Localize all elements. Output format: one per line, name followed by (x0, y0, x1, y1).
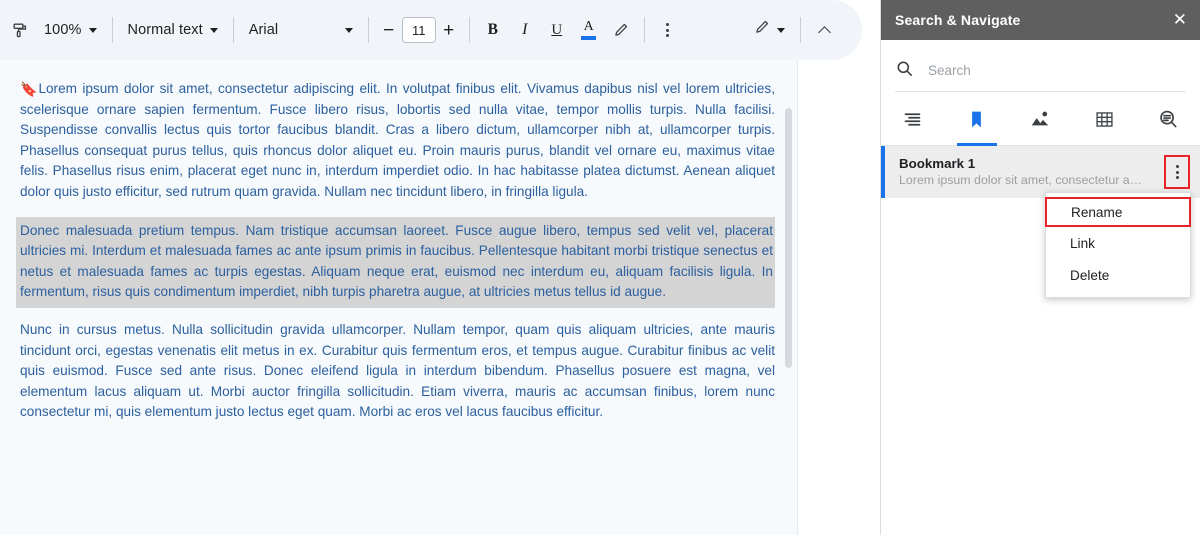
tab-tables[interactable] (1072, 98, 1136, 145)
document-paragraph: 🔖Lorem ipsum dolor sit amet, consectetur… (20, 78, 775, 203)
collapse-toolbar-button[interactable] (808, 14, 840, 46)
search-icon (895, 59, 914, 83)
format-painter-icon[interactable] (4, 14, 36, 46)
bookmark-context-menu: Rename Link Delete (1045, 192, 1191, 298)
bookmark-list-item[interactable]: Bookmark 1 Lorem ipsum dolor sit amet, c… (881, 146, 1200, 198)
document-body: 🔖Lorem ipsum dolor sit amet, consectetur… (0, 60, 797, 423)
chevron-down-icon (777, 27, 785, 33)
chevron-up-icon (817, 25, 831, 39)
panel-title: Search & Navigate (895, 12, 1021, 28)
table-icon (1094, 109, 1115, 135)
tab-images[interactable] (1009, 98, 1073, 145)
outline-icon (902, 109, 923, 135)
bookmark-title: Bookmark 1 (899, 156, 976, 171)
chevron-down-icon (88, 27, 97, 33)
context-menu-item-rename[interactable]: Rename (1045, 197, 1191, 227)
zoom-dropdown[interactable]: 100% (36, 14, 105, 46)
tab-outline[interactable] (881, 98, 945, 145)
chevron-down-icon (209, 27, 218, 33)
highlighter-pen-icon[interactable] (605, 14, 637, 46)
tab-bookmarks[interactable] (945, 98, 1009, 146)
context-menu-item-link[interactable]: Link (1046, 227, 1190, 259)
text-color-icon: A (581, 19, 597, 40)
document-paragraph-selected: Donec malesuada pretium tempus. Nam tris… (16, 216, 775, 308)
more-vertical-icon[interactable] (652, 14, 684, 46)
panel-search-row (895, 50, 1186, 92)
pencil-icon (753, 19, 770, 41)
tab-find[interactable] (1136, 98, 1200, 145)
toolbar-divider (800, 17, 801, 43)
context-menu-item-delete[interactable]: Delete (1046, 259, 1190, 291)
toolbar-divider (232, 17, 234, 43)
paragraph-style-dropdown[interactable]: Normal text (120, 14, 226, 46)
toolbar-divider (468, 17, 470, 43)
toolbar-divider (367, 17, 369, 43)
selected-indicator (881, 146, 885, 198)
document-page[interactable]: 🔖Lorem ipsum dolor sit amet, consectetur… (0, 60, 798, 535)
panel-header: Search & Navigate ✕ (881, 0, 1200, 40)
bookmark-icon (966, 109, 987, 135)
text-color-button[interactable]: A (573, 14, 605, 46)
bold-button[interactable]: B (477, 14, 509, 46)
search-document-icon (1157, 108, 1179, 135)
bookmark-more-button[interactable] (1164, 155, 1190, 189)
font-size-increase-button[interactable]: + (436, 21, 462, 40)
font-family-dropdown[interactable]: Arial (241, 14, 361, 46)
edit-mode-dropdown[interactable] (745, 14, 793, 46)
chevron-down-icon (344, 27, 353, 33)
panel-tabs (881, 98, 1200, 146)
editor-toolbar: 100% Normal text Arial − 11 + B I U A (0, 0, 862, 60)
text-color-letter: A (583, 19, 594, 35)
search-navigate-panel: Search & Navigate ✕ Search Bookmark 1 Lo… (880, 0, 1200, 535)
document-area: 100% Normal text Arial − 11 + B I U A 🔖L… (0, 0, 880, 535)
search-input[interactable] (926, 62, 1186, 79)
zoom-value: 100% (44, 22, 82, 38)
scrollbar-thumb[interactable] (785, 108, 792, 368)
font-size-input[interactable]: 11 (401, 17, 436, 43)
document-paragraph: Nunc in cursus metus. Nulla sollicitudin… (20, 321, 775, 420)
toolbar-divider (111, 17, 113, 43)
more-vertical-icon (1175, 165, 1179, 179)
bookmark-texts: Bookmark 1 Lorem ipsum dolor sit amet, c… (899, 155, 1164, 189)
bookmark-preview: Lorem ipsum dolor sit amet, consectetur … (899, 173, 1144, 187)
paragraph-style-value: Normal text (127, 22, 203, 38)
text-color-swatch (581, 36, 597, 40)
underline-button[interactable]: U (541, 14, 573, 46)
image-icon (1029, 108, 1051, 135)
italic-button[interactable]: I (509, 14, 541, 46)
page-margin-strip (799, 60, 880, 535)
bookmark-icon: 🔖 (20, 81, 38, 97)
paragraph-text: Lorem ipsum dolor sit amet, consectetur … (20, 81, 775, 199)
close-icon[interactable]: ✕ (1173, 11, 1187, 29)
font-size-decrease-button[interactable]: − (376, 21, 402, 40)
toolbar-divider (643, 17, 645, 43)
document-scrollbar[interactable] (784, 60, 793, 535)
font-family-value: Arial (248, 22, 279, 38)
app-root: 100% Normal text Arial − 11 + B I U A 🔖L… (0, 0, 1200, 535)
